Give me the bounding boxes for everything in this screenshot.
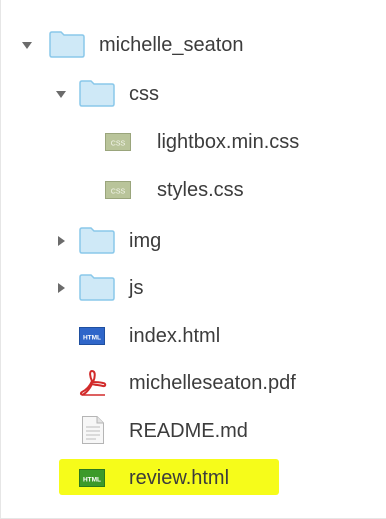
svg-text:CSS: CSS [111,141,126,148]
folder-icon [79,226,115,254]
folder-icon [49,30,85,58]
tree-row-index-html[interactable]: HTML index.html [1,317,361,355]
tree-row-css[interactable]: css [1,75,361,113]
html-file-icon: HTML [79,469,105,487]
chevron-right-icon[interactable] [55,282,67,294]
tree-row-michelle-seaton[interactable]: michelle_seaton [1,26,361,64]
svg-text:CSS: CSS [111,189,126,196]
tree-item-label: michelleseaton.pdf [129,372,296,394]
tree-item-label: README.md [129,420,248,442]
tree-item-label: review.html [129,467,230,489]
tree-row-review-html[interactable]: HTML review.html [1,459,361,497]
css-file-icon: CSS [105,133,131,151]
svg-text:HTML: HTML [83,335,101,342]
tree-row-readme-md[interactable]: README.md [1,412,361,450]
chevron-down-icon[interactable] [21,39,33,51]
folder-icon [79,79,115,107]
pdf-file-icon [79,369,107,397]
tree-row-js[interactable]: js [1,269,361,307]
tree-row-img[interactable]: img [1,222,361,260]
tree-row-styles-css[interactable]: CSS styles.css [1,171,361,209]
chevron-right-icon[interactable] [55,235,67,247]
html-file-icon: HTML [79,327,105,345]
css-file-icon: CSS [105,181,131,199]
tree-item-label: css [129,83,159,105]
tree-item-label: lightbox.min.css [157,131,300,153]
folder-icon [79,273,115,301]
text-file-icon [81,415,105,445]
svg-text:HTML: HTML [83,477,101,484]
tree-row-michelleseaton-pdf[interactable]: michelleseaton.pdf [1,364,361,402]
tree-row-lightbox-min-css[interactable]: CSS lightbox.min.css [1,123,361,161]
tree-item-label: img [129,230,162,252]
tree-item-label: styles.css [157,179,244,201]
chevron-down-icon[interactable] [55,88,67,100]
tree-item-label: index.html [129,325,221,347]
tree-item-label: js [129,277,144,299]
tree-item-label: michelle_seaton [99,34,244,56]
file-tree-panel: michelle_seaton css CSS lightbox.min.css… [0,0,386,519]
